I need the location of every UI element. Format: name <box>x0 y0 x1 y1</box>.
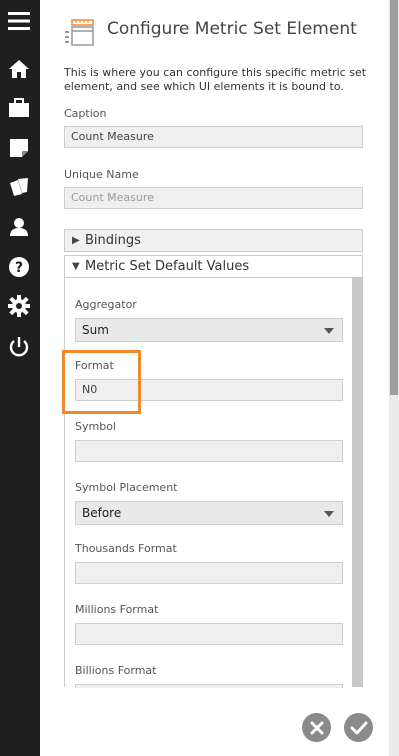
help-icon[interactable]: ? <box>6 254 32 280</box>
page-title: Configure Metric Set Element <box>107 19 357 39</box>
unique-name-field[interactable]: Count Measure <box>64 187 363 209</box>
thousands-format-label: Thousands Format <box>75 542 177 555</box>
close-icon <box>310 721 323 734</box>
symbol-placement-select[interactable]: Before <box>75 501 343 525</box>
billions-format-field[interactable] <box>75 684 343 688</box>
format-highlight <box>62 350 141 414</box>
caption-field[interactable]: Count Measure <box>64 126 363 148</box>
aggregator-value: Sum <box>82 323 109 337</box>
metric-set-element-icon <box>63 17 97 47</box>
aggregator-select[interactable]: Sum <box>75 318 343 342</box>
bindings-label: Bindings <box>85 233 141 248</box>
svg-text:?: ? <box>15 260 23 276</box>
symbol-field[interactable] <box>75 440 343 462</box>
millions-format-field[interactable] <box>75 623 343 645</box>
chevron-down-icon <box>324 511 334 517</box>
sidebar: ? <box>0 0 40 756</box>
millions-format-label: Millions Format <box>75 603 159 616</box>
billions-format-label: Billions Format <box>75 664 157 677</box>
gear-icon[interactable] <box>6 293 32 319</box>
description-text: This is where you can configure this spe… <box>64 66 367 93</box>
panel-scrollbar-thumb[interactable] <box>390 0 398 395</box>
caption-label: Caption <box>64 107 107 120</box>
cards-icon[interactable] <box>6 174 32 200</box>
defaults-label: Metric Set Default Values <box>85 259 250 274</box>
power-icon[interactable] <box>6 334 32 360</box>
note-icon[interactable] <box>6 135 32 161</box>
confirm-button[interactable] <box>344 713 373 742</box>
bindings-section-header[interactable]: ▶ Bindings <box>64 229 363 252</box>
menu-icon[interactable] <box>6 8 32 34</box>
briefcase-icon[interactable] <box>6 95 32 121</box>
check-icon <box>350 721 367 734</box>
chevron-down-icon <box>324 328 334 334</box>
user-icon[interactable] <box>6 214 32 240</box>
inner-scrollbar[interactable] <box>352 277 363 687</box>
configure-panel: Configure Metric Set Element This is whe… <box>40 0 399 756</box>
chevron-down-icon: ▼ <box>72 261 80 272</box>
symbol-placement-value: Before <box>82 506 122 520</box>
cancel-button[interactable] <box>302 713 331 742</box>
thousands-format-field[interactable] <box>75 562 343 584</box>
home-icon[interactable] <box>6 56 32 82</box>
symbol-placement-label: Symbol Placement <box>75 481 178 494</box>
aggregator-label: Aggregator <box>75 298 137 311</box>
defaults-section-header[interactable]: ▼ Metric Set Default Values <box>64 255 363 278</box>
symbol-label: Symbol <box>75 420 116 433</box>
unique-name-label: Unique Name <box>64 168 139 181</box>
chevron-right-icon: ▶ <box>72 235 80 246</box>
